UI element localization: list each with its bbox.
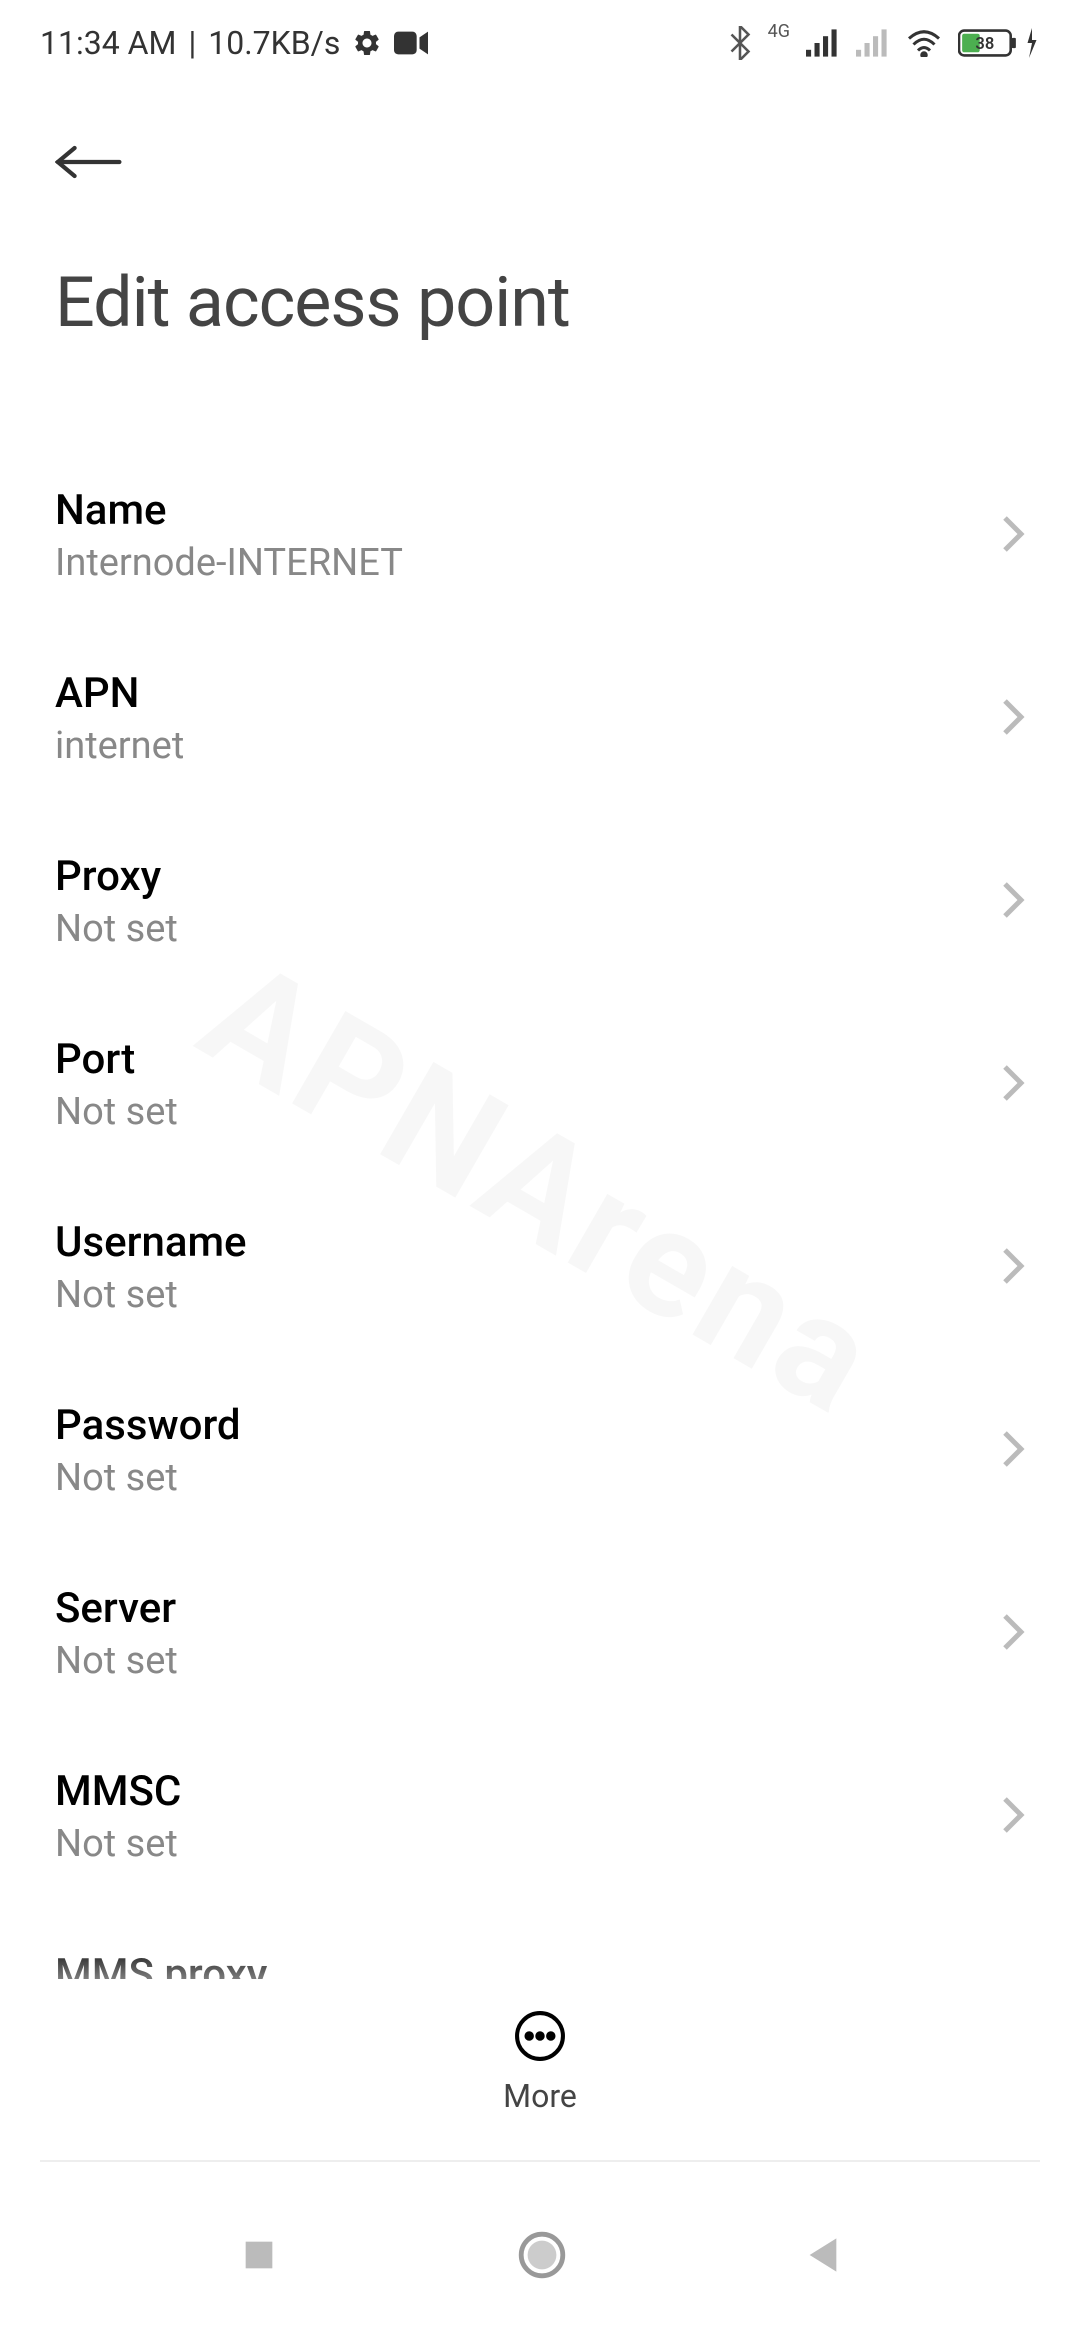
status-data-rate: 10.7KB/s — [208, 24, 340, 62]
status-right: 4G × 38 — [728, 26, 1040, 60]
setting-mmsc[interactable]: MMSC Not set — [55, 1725, 1025, 1908]
svg-text:×: × — [880, 52, 889, 57]
chevron-right-icon — [1001, 880, 1025, 924]
setting-label: Name — [55, 486, 403, 535]
status-separator: | — [188, 24, 196, 62]
setting-password[interactable]: Password Not set — [55, 1359, 1025, 1542]
back-button[interactable] — [55, 132, 125, 192]
settings-list: Name Internode-INTERNET APN internet Pro… — [0, 344, 1080, 2091]
setting-value: Internode-INTERNET — [55, 541, 403, 585]
setting-username[interactable]: Username Not set — [55, 1176, 1025, 1359]
header: Edit access point — [0, 82, 1080, 344]
setting-label: MMSC — [55, 1767, 181, 1816]
nav-home-button[interactable] — [518, 2231, 566, 2279]
setting-value: internet — [55, 724, 184, 768]
status-time: 11:34 AM — [40, 24, 176, 62]
setting-label: Username — [55, 1218, 247, 1267]
gear-icon — [352, 28, 382, 58]
setting-label: Proxy — [55, 852, 178, 901]
setting-label: APN — [55, 669, 184, 718]
circle-icon — [518, 2231, 566, 2279]
chevron-right-icon — [1001, 1612, 1025, 1656]
nav-back-button[interactable] — [805, 2235, 841, 2275]
more-horizontal-icon — [513, 2009, 567, 2063]
setting-label: Port — [55, 1035, 178, 1084]
wifi-icon — [906, 29, 942, 57]
divider — [40, 2160, 1040, 2162]
setting-label: Password — [55, 1401, 241, 1450]
setting-value: Not set — [55, 1639, 178, 1683]
status-bar: 11:34 AM | 10.7KB/s 4G × 38 — [0, 0, 1080, 82]
signal-bars-2-icon: × — [856, 29, 890, 57]
setting-label: Server — [55, 1584, 178, 1633]
nav-recents-button[interactable] — [239, 2235, 279, 2275]
navigation-bar — [0, 2170, 1080, 2340]
battery-icon: 38 — [958, 28, 1040, 58]
setting-value: Not set — [55, 1822, 181, 1866]
more-button[interactable] — [513, 2009, 567, 2067]
setting-name[interactable]: Name Internode-INTERNET — [55, 444, 1025, 627]
triangle-left-icon — [805, 2235, 841, 2275]
video-camera-icon — [394, 31, 428, 55]
chevron-right-icon — [1001, 1795, 1025, 1839]
chevron-right-icon — [1001, 697, 1025, 741]
bluetooth-icon — [728, 26, 752, 60]
setting-value: Not set — [55, 1456, 241, 1500]
setting-value: Not set — [55, 907, 178, 951]
setting-port[interactable]: Port Not set — [55, 993, 1025, 1176]
setting-value: Not set — [55, 1273, 247, 1317]
setting-server[interactable]: Server Not set — [55, 1542, 1025, 1725]
setting-apn[interactable]: APN internet — [55, 627, 1025, 810]
setting-proxy[interactable]: Proxy Not set — [55, 810, 1025, 993]
chevron-right-icon — [1001, 1063, 1025, 1107]
chevron-right-icon — [1001, 1429, 1025, 1473]
page-title: Edit access point — [55, 262, 1025, 344]
square-icon — [239, 2235, 279, 2275]
network-type-label: 4G — [768, 21, 790, 42]
arrow-left-icon — [55, 142, 125, 182]
setting-value: Not set — [55, 1090, 178, 1134]
more-label: More — [503, 2077, 577, 2115]
chevron-right-icon — [1001, 514, 1025, 558]
chevron-right-icon — [1001, 1246, 1025, 1290]
status-left: 11:34 AM | 10.7KB/s — [40, 24, 428, 62]
svg-text:38: 38 — [975, 35, 994, 54]
signal-bars-1-icon — [806, 29, 840, 57]
bottom-action-bar: More — [0, 1979, 1080, 2115]
